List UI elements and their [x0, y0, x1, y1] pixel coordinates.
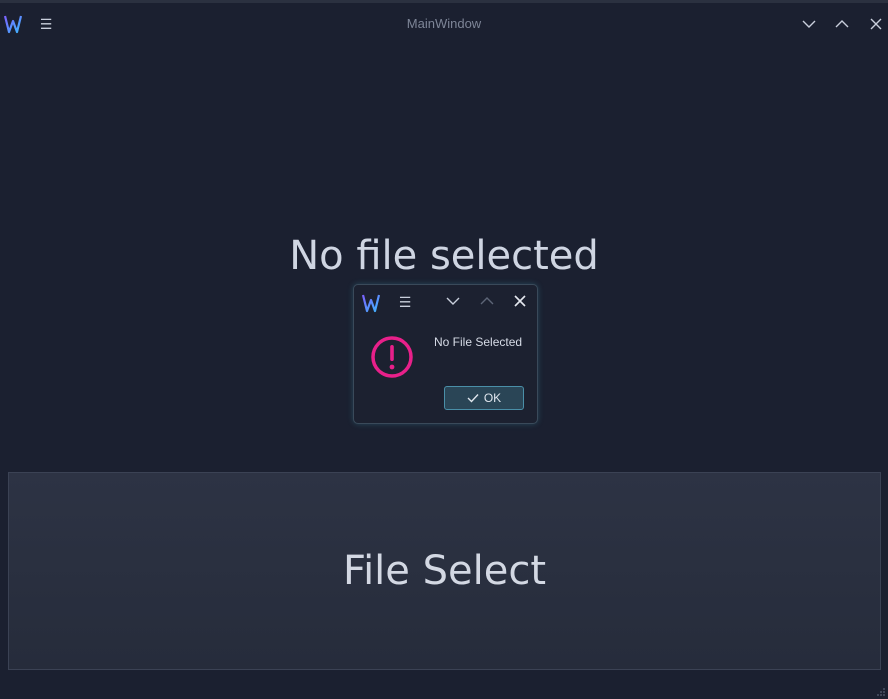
ok-button[interactable]: OK — [444, 386, 524, 410]
title-bar[interactable]: ☰ MainWindow — [0, 6, 888, 42]
warning-icon — [371, 336, 413, 378]
close-icon[interactable] — [511, 292, 529, 310]
maximize-icon[interactable] — [832, 14, 852, 34]
app-logo-icon[interactable] — [362, 293, 380, 313]
minimize-icon[interactable] — [799, 14, 819, 34]
maximize-icon[interactable] — [478, 292, 496, 310]
window-title: MainWindow — [406, 16, 482, 31]
close-icon[interactable] — [866, 14, 886, 34]
checkmark-icon — [467, 394, 479, 403]
resize-grip-icon[interactable] — [876, 687, 886, 697]
file-select-button[interactable]: File Select — [8, 472, 881, 670]
message-dialog: ☰ No File Selected OK — [353, 284, 538, 424]
file-select-label: File Select — [342, 548, 547, 594]
minimize-icon[interactable] — [444, 292, 462, 310]
status-label: No file selected — [289, 233, 599, 279]
ok-label: OK — [483, 391, 502, 405]
hamburger-menu-icon[interactable]: ☰ — [398, 293, 412, 311]
dialog-message: No File Selected — [434, 335, 523, 349]
